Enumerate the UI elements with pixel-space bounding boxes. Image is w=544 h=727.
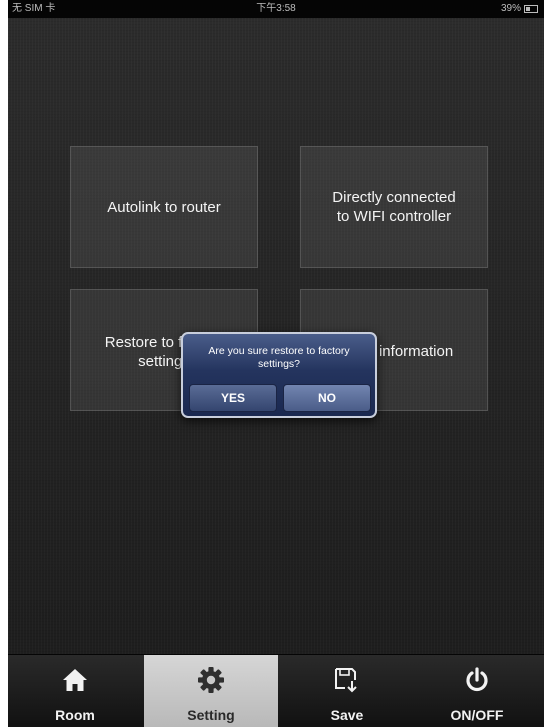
- tab-bar: Room Setting Save ON/OFF: [8, 654, 544, 727]
- yes-button[interactable]: YES: [189, 384, 277, 412]
- tab-room-label: Room: [55, 707, 95, 723]
- dialog-message: Are you sure restore to factory settings…: [208, 345, 350, 370]
- status-time: 下午3:58: [256, 3, 296, 14]
- tab-room[interactable]: Room: [8, 655, 142, 727]
- status-bar: 无 SIM 卡 下午3:58 39%: [8, 0, 544, 18]
- battery-icon: [524, 5, 538, 13]
- direct-wifi-controller-label: Directly connected to WIFI controller: [332, 189, 456, 225]
- tab-onoff-label: ON/OFF: [450, 707, 504, 723]
- direct-wifi-controller-tile[interactable]: Directly connected to WIFI controller: [300, 146, 488, 268]
- tab-setting[interactable]: Setting: [144, 655, 278, 727]
- restore-confirm-dialog: Are you sure restore to factory settings…: [181, 332, 377, 418]
- tab-save[interactable]: Save: [280, 655, 414, 727]
- app-screen: 无 SIM 卡 下午3:58 39% Autolink to router Di…: [8, 0, 544, 727]
- home-icon: [8, 665, 142, 695]
- status-battery: 39%: [501, 0, 538, 18]
- autolink-router-label: Autolink to router: [107, 198, 221, 216]
- gear-icon: [144, 665, 278, 695]
- tab-save-label: Save: [330, 707, 364, 723]
- autolink-router-tile[interactable]: Autolink to router: [70, 146, 258, 268]
- no-button[interactable]: NO: [283, 384, 371, 412]
- save-icon: [280, 665, 414, 695]
- tab-onoff[interactable]: ON/OFF: [410, 655, 544, 727]
- power-icon: [410, 665, 544, 695]
- tab-setting-label: Setting: [187, 707, 235, 723]
- battery-percent: 39%: [500, 3, 521, 14]
